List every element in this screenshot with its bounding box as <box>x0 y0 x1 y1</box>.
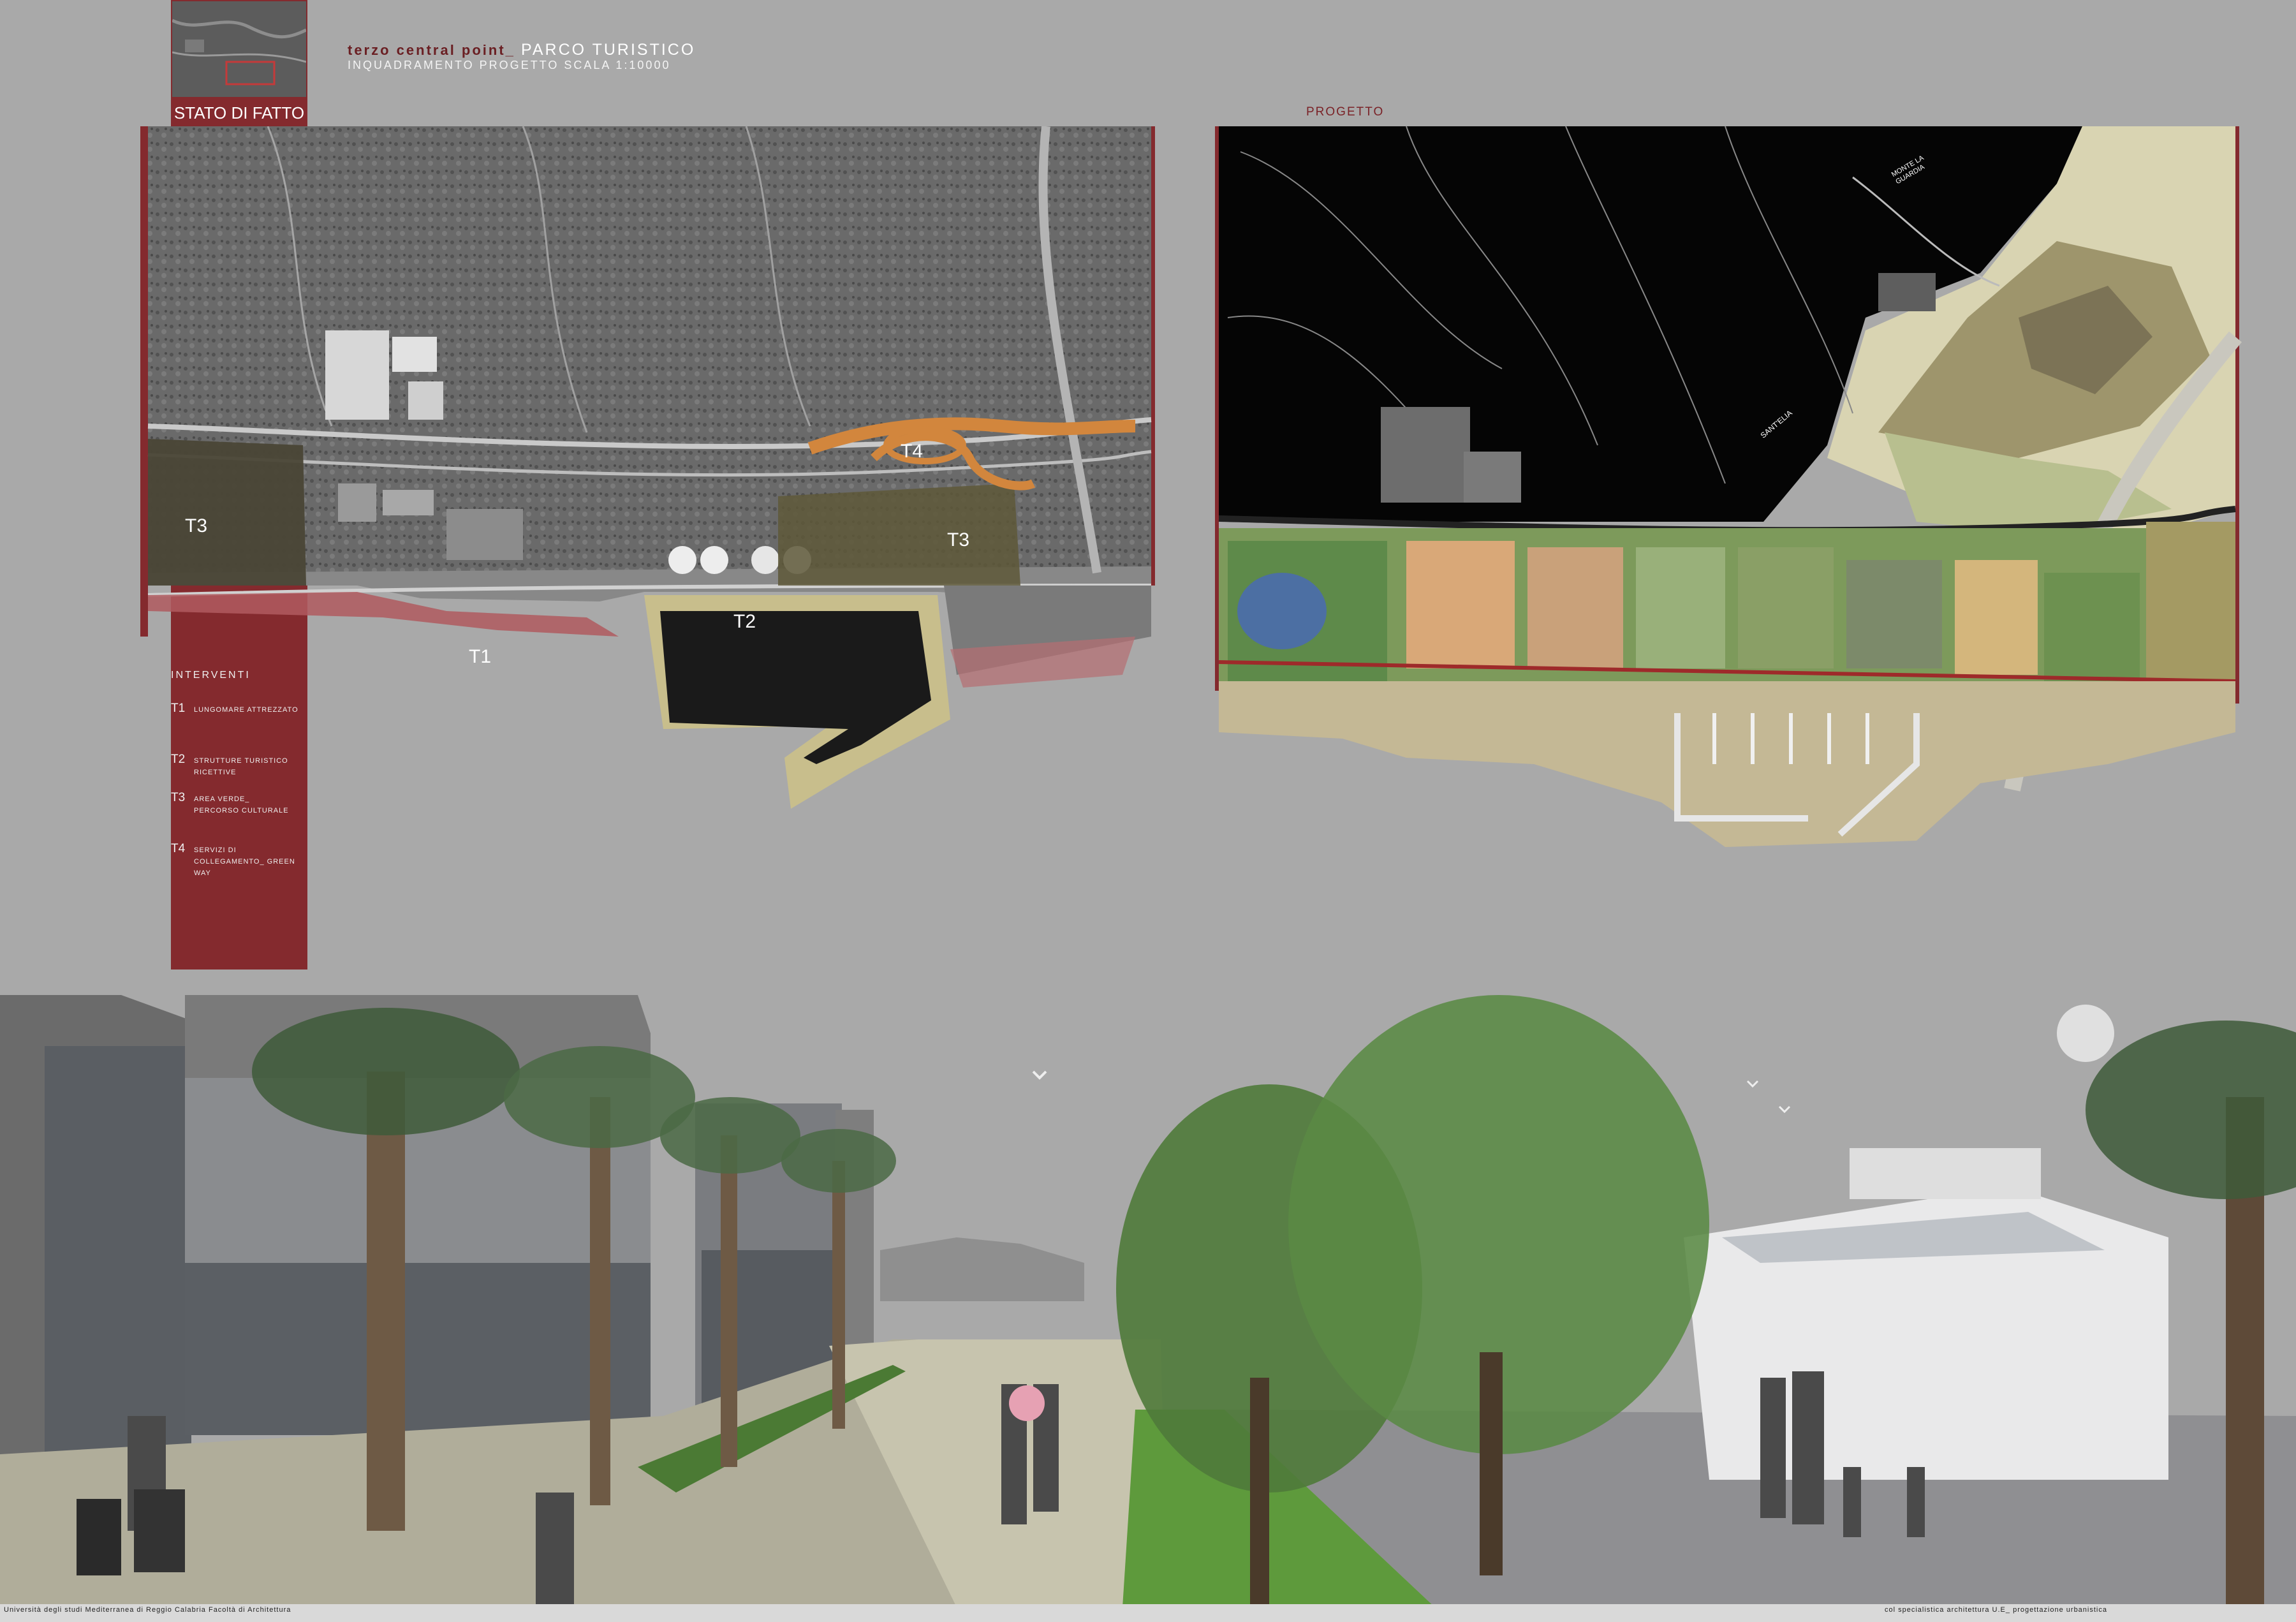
map-tag-t1: T1 <box>469 646 492 667</box>
intervento-desc: lungomare attrezzato <box>194 706 298 714</box>
interventi-heading: INTERVENTI <box>171 670 251 681</box>
title-main: PARCO TURISTICO <box>521 41 696 59</box>
page-title: terzo central point_ PARCO TURISTICO <box>348 41 695 59</box>
page-subtitle: inquadramento progetto scala 1:10000 <box>348 59 671 71</box>
map-tag-t3-right: T3 <box>947 529 970 550</box>
title-prefix: terzo central point_ <box>348 42 515 58</box>
intervento-code: T3 <box>171 791 186 804</box>
footer-right-text: col specialistica architettura U.E_ prog… <box>1885 1606 2107 1614</box>
project-map: MONTE LA GUARDIA SANT'ELIA <box>1215 126 2242 847</box>
map-tag-t4: T4 <box>901 441 924 462</box>
intervento-desc: strutture turistico ricettive <box>194 757 288 776</box>
project-map-graphic <box>1215 126 2242 847</box>
thumbnail-map-graphic <box>171 1 307 97</box>
map-tag-t3-left: T3 <box>185 515 208 536</box>
footer-left-text: Università degli studi Mediterranea di R… <box>4 1606 291 1614</box>
intervento-code: T2 <box>171 753 186 766</box>
intervento-code: T4 <box>171 842 186 855</box>
perspective-render <box>0 970 2296 1607</box>
intervento-desc: servizi di collegamento_ green way <box>194 846 295 877</box>
map-tag-t2: T2 <box>733 611 756 632</box>
intervento-desc: area verde_ percorso culturale <box>194 795 289 815</box>
stato-di-fatto-label: STATO DI FATTO <box>173 103 305 122</box>
interventi-legend: INTERVENTI T1 lungomare attrezzato T2 st… <box>171 670 307 877</box>
intervento-code: T1 <box>171 702 186 715</box>
progetto-label: PROGETTO <box>1306 105 1385 119</box>
thumbnail-map <box>171 1 307 97</box>
perspective-render-graphic <box>0 970 2296 1607</box>
